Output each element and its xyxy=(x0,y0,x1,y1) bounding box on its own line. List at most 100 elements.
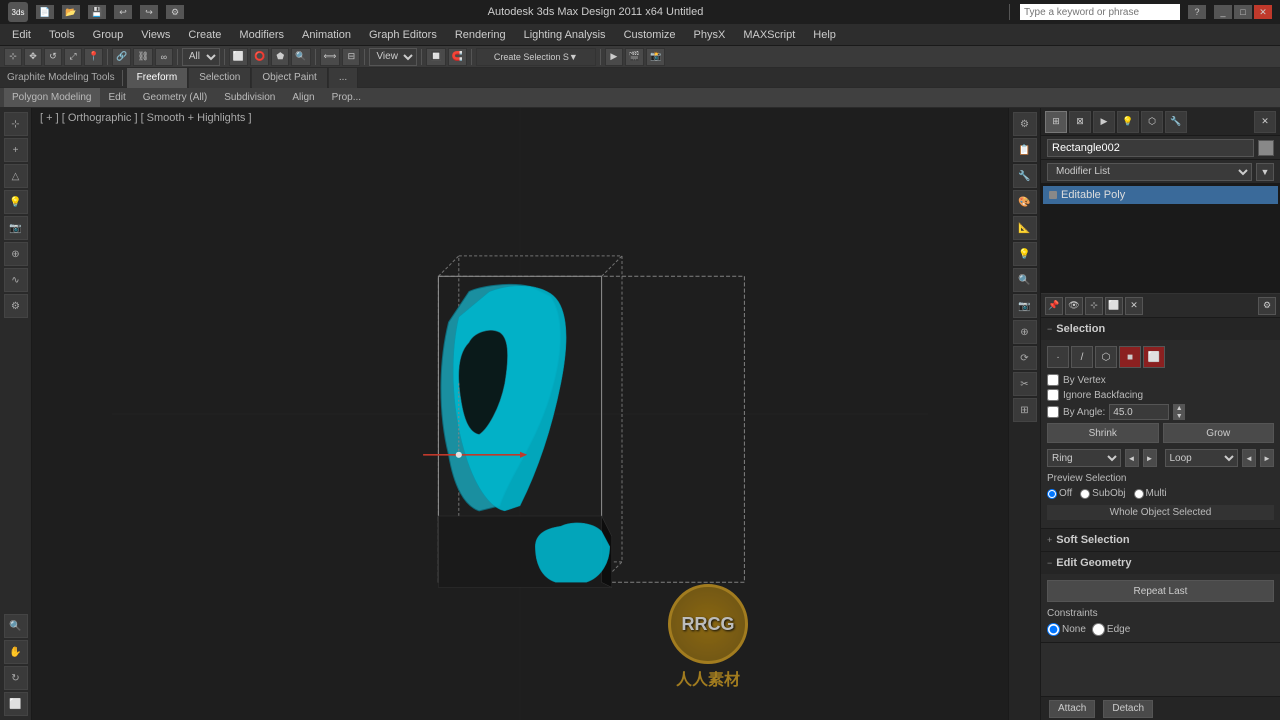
stab-subdivision[interactable]: Subdivision xyxy=(216,88,283,107)
menu-rendering[interactable]: Rendering xyxy=(447,24,514,45)
sel-border[interactable]: ⬡ xyxy=(1095,346,1117,368)
menu-customize[interactable]: Customize xyxy=(616,24,684,45)
angle-value-input[interactable] xyxy=(1109,404,1169,420)
menu-animation[interactable]: Animation xyxy=(294,24,359,45)
stab-poly-modeling[interactable]: Polygon Modeling xyxy=(4,88,100,107)
menu-lighting[interactable]: Lighting Analysis xyxy=(516,24,614,45)
tb-magnet[interactable]: 🧲 xyxy=(448,48,467,66)
sb-zoom[interactable]: 🔍 xyxy=(4,614,28,638)
close-btn[interactable]: ✕ xyxy=(1254,5,1272,19)
selection-header[interactable]: − Selection xyxy=(1041,318,1280,340)
sb-maximize[interactable]: ⬜ xyxy=(4,692,28,716)
by-vertex-checkbox[interactable] xyxy=(1047,374,1059,386)
menu-group[interactable]: Group xyxy=(85,24,132,45)
rs-btn8[interactable]: 📷 xyxy=(1013,294,1037,318)
rs-btn3[interactable]: 🔧 xyxy=(1013,164,1037,188)
sb-cameras[interactable]: 📷 xyxy=(4,216,28,240)
undo-btn[interactable]: ↩ xyxy=(114,5,132,19)
angle-down-btn[interactable]: ▼ xyxy=(1173,412,1185,420)
show-sel-btn[interactable]: ⊹ xyxy=(1085,297,1103,315)
ricon-panel-close[interactable]: ✕ xyxy=(1254,111,1276,133)
gtab-more[interactable]: ... xyxy=(329,68,358,88)
tb-snap[interactable]: 🔲 xyxy=(426,48,445,66)
rs-btn5[interactable]: 📐 xyxy=(1013,216,1037,240)
rs-btn12[interactable]: ⊞ xyxy=(1013,398,1037,422)
preview-subobj-radio[interactable] xyxy=(1080,489,1090,499)
edit-geometry-header[interactable]: − Edit Geometry xyxy=(1041,552,1280,574)
sb-orbit[interactable]: ↻ xyxy=(4,666,28,690)
sb-shapes[interactable]: △ xyxy=(4,164,28,188)
sb-lights[interactable]: 💡 xyxy=(4,190,28,214)
help-btn[interactable]: ? xyxy=(1188,5,1206,19)
loop-left-btn[interactable]: ◄ xyxy=(1242,449,1256,467)
ricon-utilities[interactable]: 🔧 xyxy=(1165,111,1187,133)
save-btn[interactable]: 💾 xyxy=(88,5,106,19)
rs-btn6[interactable]: 💡 xyxy=(1013,242,1037,266)
tb-scale[interactable]: ⤢ xyxy=(64,48,82,66)
menu-create[interactable]: Create xyxy=(180,24,229,45)
rs-btn1[interactable]: ⚙ xyxy=(1013,112,1037,136)
ricon-materials[interactable]: ⬡ xyxy=(1141,111,1163,133)
ricon-lights[interactable]: 💡 xyxy=(1117,111,1139,133)
sb-helpers[interactable]: ⊕ xyxy=(4,242,28,266)
rs-btn7[interactable]: 🔍 xyxy=(1013,268,1037,292)
sel-vertex[interactable]: · xyxy=(1047,346,1069,368)
rs-btn11[interactable]: ✂ xyxy=(1013,372,1037,396)
menu-views[interactable]: Views xyxy=(133,24,178,45)
sel-element[interactable]: ⬜ xyxy=(1143,346,1165,368)
filter-dropdown[interactable]: All xyxy=(182,48,220,66)
menu-maxscript[interactable]: MAXScript xyxy=(735,24,803,45)
sb-create[interactable]: + xyxy=(4,138,28,162)
menu-edit[interactable]: Edit xyxy=(4,24,39,45)
loop-dropdown[interactable]: Loop xyxy=(1165,449,1239,467)
detach-btn[interactable]: Detach xyxy=(1103,700,1153,718)
sb-systems[interactable]: ⚙ xyxy=(4,294,28,318)
modifier-options-btn[interactable]: ▼ xyxy=(1256,163,1274,181)
ring-dropdown[interactable]: Ring xyxy=(1047,449,1121,467)
modifier-list-dropdown[interactable]: Modifier List xyxy=(1047,163,1252,181)
tb-align[interactable]: ⊟ xyxy=(342,48,360,66)
tb-rotate[interactable]: ↺ xyxy=(44,48,62,66)
pin-stack-btn[interactable]: 📌 xyxy=(1045,297,1063,315)
viewport[interactable]: [ + ] [ Orthographic ] [ Smooth + Highli… xyxy=(32,108,1008,720)
rs-btn9[interactable]: ⊕ xyxy=(1013,320,1037,344)
redo-btn[interactable]: ↪ xyxy=(140,5,158,19)
ignore-backfacing-checkbox[interactable] xyxy=(1047,389,1059,401)
attach-btn[interactable]: Attach xyxy=(1049,700,1095,718)
tb-bind[interactable]: ∞ xyxy=(155,48,173,66)
ricon-display[interactable]: ⊞ xyxy=(1045,111,1067,133)
gtab-selection[interactable]: Selection xyxy=(189,68,251,88)
shrink-btn[interactable]: Shrink xyxy=(1047,423,1159,443)
tb-link[interactable]: 🔗 xyxy=(112,48,131,66)
preview-multi-radio[interactable] xyxy=(1134,489,1144,499)
show-wire-btn[interactable]: ⬜ xyxy=(1105,297,1123,315)
menu-help[interactable]: Help xyxy=(805,24,844,45)
new-btn[interactable]: 📄 xyxy=(36,5,54,19)
maximize-btn[interactable]: □ xyxy=(1234,5,1252,19)
constraints-none-radio[interactable] xyxy=(1047,623,1060,636)
modifier-stack[interactable]: Editable Poly xyxy=(1041,184,1280,294)
tb-render2[interactable]: 🎬 xyxy=(625,48,644,66)
show-all-btn[interactable]: 👁 xyxy=(1065,297,1083,315)
tb-create-sel[interactable]: Create Selection S▼ xyxy=(476,48,596,66)
sb-space[interactable]: ∿ xyxy=(4,268,28,292)
stab-align[interactable]: Align xyxy=(284,88,322,107)
stab-edit[interactable]: Edit xyxy=(101,88,134,107)
sel-edge[interactable]: / xyxy=(1071,346,1093,368)
open-btn[interactable]: 📂 xyxy=(62,5,80,19)
gtab-object-paint[interactable]: Object Paint xyxy=(252,68,327,88)
search-box[interactable] xyxy=(1020,4,1180,20)
constraints-edge-radio[interactable] xyxy=(1092,623,1105,636)
tb-circle-sel[interactable]: ⭕ xyxy=(250,48,269,66)
search-input[interactable] xyxy=(1024,7,1176,18)
soft-selection-header[interactable]: + Soft Selection xyxy=(1041,529,1280,551)
tb-move[interactable]: ✥ xyxy=(24,48,42,66)
obj-name-field[interactable] xyxy=(1047,139,1254,157)
settings-btn[interactable]: ⚙ xyxy=(166,5,184,19)
ricon-motion[interactable]: ▶ xyxy=(1093,111,1115,133)
tb-render[interactable]: ▶ xyxy=(605,48,623,66)
ricon-hierarchy[interactable]: ⊠ xyxy=(1069,111,1091,133)
menu-tools[interactable]: Tools xyxy=(41,24,83,45)
menu-physx[interactable]: PhysX xyxy=(686,24,734,45)
delete-mod-btn[interactable]: ✕ xyxy=(1125,297,1143,315)
